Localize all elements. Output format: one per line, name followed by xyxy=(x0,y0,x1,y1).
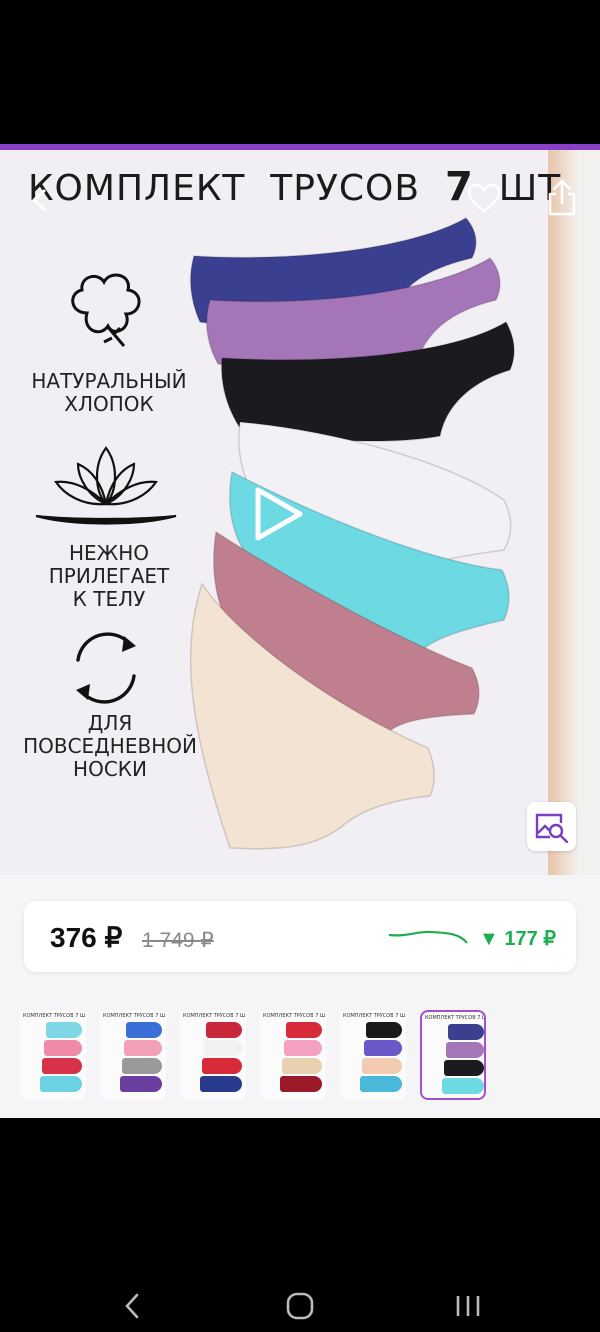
share-button[interactable] xyxy=(540,174,584,222)
status-bar-area xyxy=(0,0,600,144)
back-arrow-icon xyxy=(32,189,46,211)
thumbnail-swatch xyxy=(286,1022,322,1038)
video-play-icon[interactable] xyxy=(248,484,308,544)
thumbnail-swatch xyxy=(280,1076,322,1092)
thumbnail-caption: КОМПЛЕКТ ТРУСОВ 7 ШТ xyxy=(425,1015,486,1021)
gallery-thumbnail[interactable]: КОМПЛЕКТ ТРУСОВ 7 ШТ xyxy=(420,1010,486,1100)
thumbnail-swatch xyxy=(124,1040,162,1056)
thumbnail-swatch xyxy=(44,1040,82,1056)
gallery-thumbnail[interactable]: КОМПЛЕКТ ТРУСОВ 7 ШТ xyxy=(100,1010,166,1100)
gallery-thumbnail[interactable]: КОМПЛЕКТ ТРУСОВ 7 ШТ xyxy=(260,1010,326,1100)
image-search-button[interactable] xyxy=(527,802,576,851)
product-photo xyxy=(189,217,515,850)
next-image-peek xyxy=(548,150,600,875)
image-search-icon xyxy=(535,813,568,843)
thumbnail-swatch xyxy=(40,1076,82,1092)
system-navigation-bar xyxy=(0,1118,600,1332)
back-icon xyxy=(125,1293,139,1319)
headline-word-2: ТРУСОВ xyxy=(270,168,421,209)
cotton-icon xyxy=(71,273,141,347)
thumbnail-swatch xyxy=(200,1076,242,1092)
thumbnail-swatch xyxy=(42,1058,82,1074)
price-card[interactable]: 376 ₽ 1 749 ₽ ▼ 177 ₽ xyxy=(24,901,576,972)
thumbnail-swatch xyxy=(364,1040,402,1056)
thumbnail-caption: КОМПЛЕКТ ТРУСОВ 7 ШТ xyxy=(263,1013,326,1019)
system-recents-button[interactable] xyxy=(448,1286,488,1326)
thumbnail-swatch xyxy=(126,1022,162,1038)
heart-icon xyxy=(467,183,501,213)
thumbnail-swatch xyxy=(120,1076,162,1092)
product-image-gallery[interactable]: КОМПЛЕКТ ТРУСОВ 7 ШТ НАТУРАЛЬНЫЙ ХЛОПОК xyxy=(0,150,600,875)
thumbnail-swatch xyxy=(46,1022,82,1038)
share-icon xyxy=(548,179,576,216)
current-price: 376 ₽ xyxy=(50,922,123,953)
thumbnail-swatch xyxy=(362,1058,402,1074)
thumbnail-strip: КОМПЛЕКТ ТРУСОВ 7 ШТ КОМПЛЕКТ ТРУСОВ 7 ШТ… xyxy=(20,1010,486,1102)
recents-icon xyxy=(456,1296,480,1316)
lotus-icon xyxy=(35,446,177,525)
thumbnail-swatch xyxy=(204,1040,242,1056)
thumbnail-swatch xyxy=(366,1022,402,1038)
price-history-chart xyxy=(389,930,468,944)
home-icon xyxy=(286,1292,314,1320)
headline-word-1: КОМПЛЕКТ xyxy=(28,168,246,209)
thumbnail-swatch xyxy=(444,1060,484,1076)
gallery-thumbnail[interactable]: КОМПЛЕКТ ТРУСОВ 7 ШТ xyxy=(340,1010,406,1100)
thumbnail-caption: КОМПЛЕКТ ТРУСОВ 7 ШТ xyxy=(343,1013,406,1019)
thumbnail-swatch xyxy=(442,1078,484,1094)
thumbnail-caption: КОМПЛЕКТ ТРУСОВ 7 ШТ xyxy=(183,1013,246,1019)
gallery-thumbnail[interactable]: КОМПЛЕКТ ТРУСОВ 7 ШТ xyxy=(20,1010,86,1100)
cycle-icon xyxy=(76,632,136,704)
thumbnail-swatch xyxy=(360,1076,402,1092)
product-details-area: 376 ₽ 1 749 ₽ ▼ 177 ₽ КОМПЛЕКТ ТРУСОВ 7 … xyxy=(0,875,600,1118)
thumbnail-swatch xyxy=(446,1042,484,1058)
thumbnail-swatch xyxy=(206,1022,242,1038)
thumbnail-swatch xyxy=(122,1058,162,1074)
thumbnail-swatch xyxy=(202,1058,242,1074)
thumbnail-caption: КОМПЛЕКТ ТРУСОВ 7 ШТ xyxy=(103,1013,166,1019)
system-home-button[interactable] xyxy=(280,1286,320,1326)
price-drop: ▼ 177 ₽ xyxy=(479,928,557,950)
thumbnail-caption: КОМПЛЕКТ ТРУСОВ 7 ШТ xyxy=(23,1013,86,1019)
back-button[interactable] xyxy=(20,180,60,220)
old-price: 1 749 ₽ xyxy=(142,929,214,952)
system-back-button[interactable] xyxy=(112,1286,152,1326)
thumbnail-swatch xyxy=(282,1058,322,1074)
thumbnail-swatch xyxy=(284,1040,322,1056)
gallery-thumbnail[interactable]: КОМПЛЕКТ ТРУСОВ 7 ШТ xyxy=(180,1010,246,1100)
thumbnail-swatch xyxy=(448,1024,484,1040)
